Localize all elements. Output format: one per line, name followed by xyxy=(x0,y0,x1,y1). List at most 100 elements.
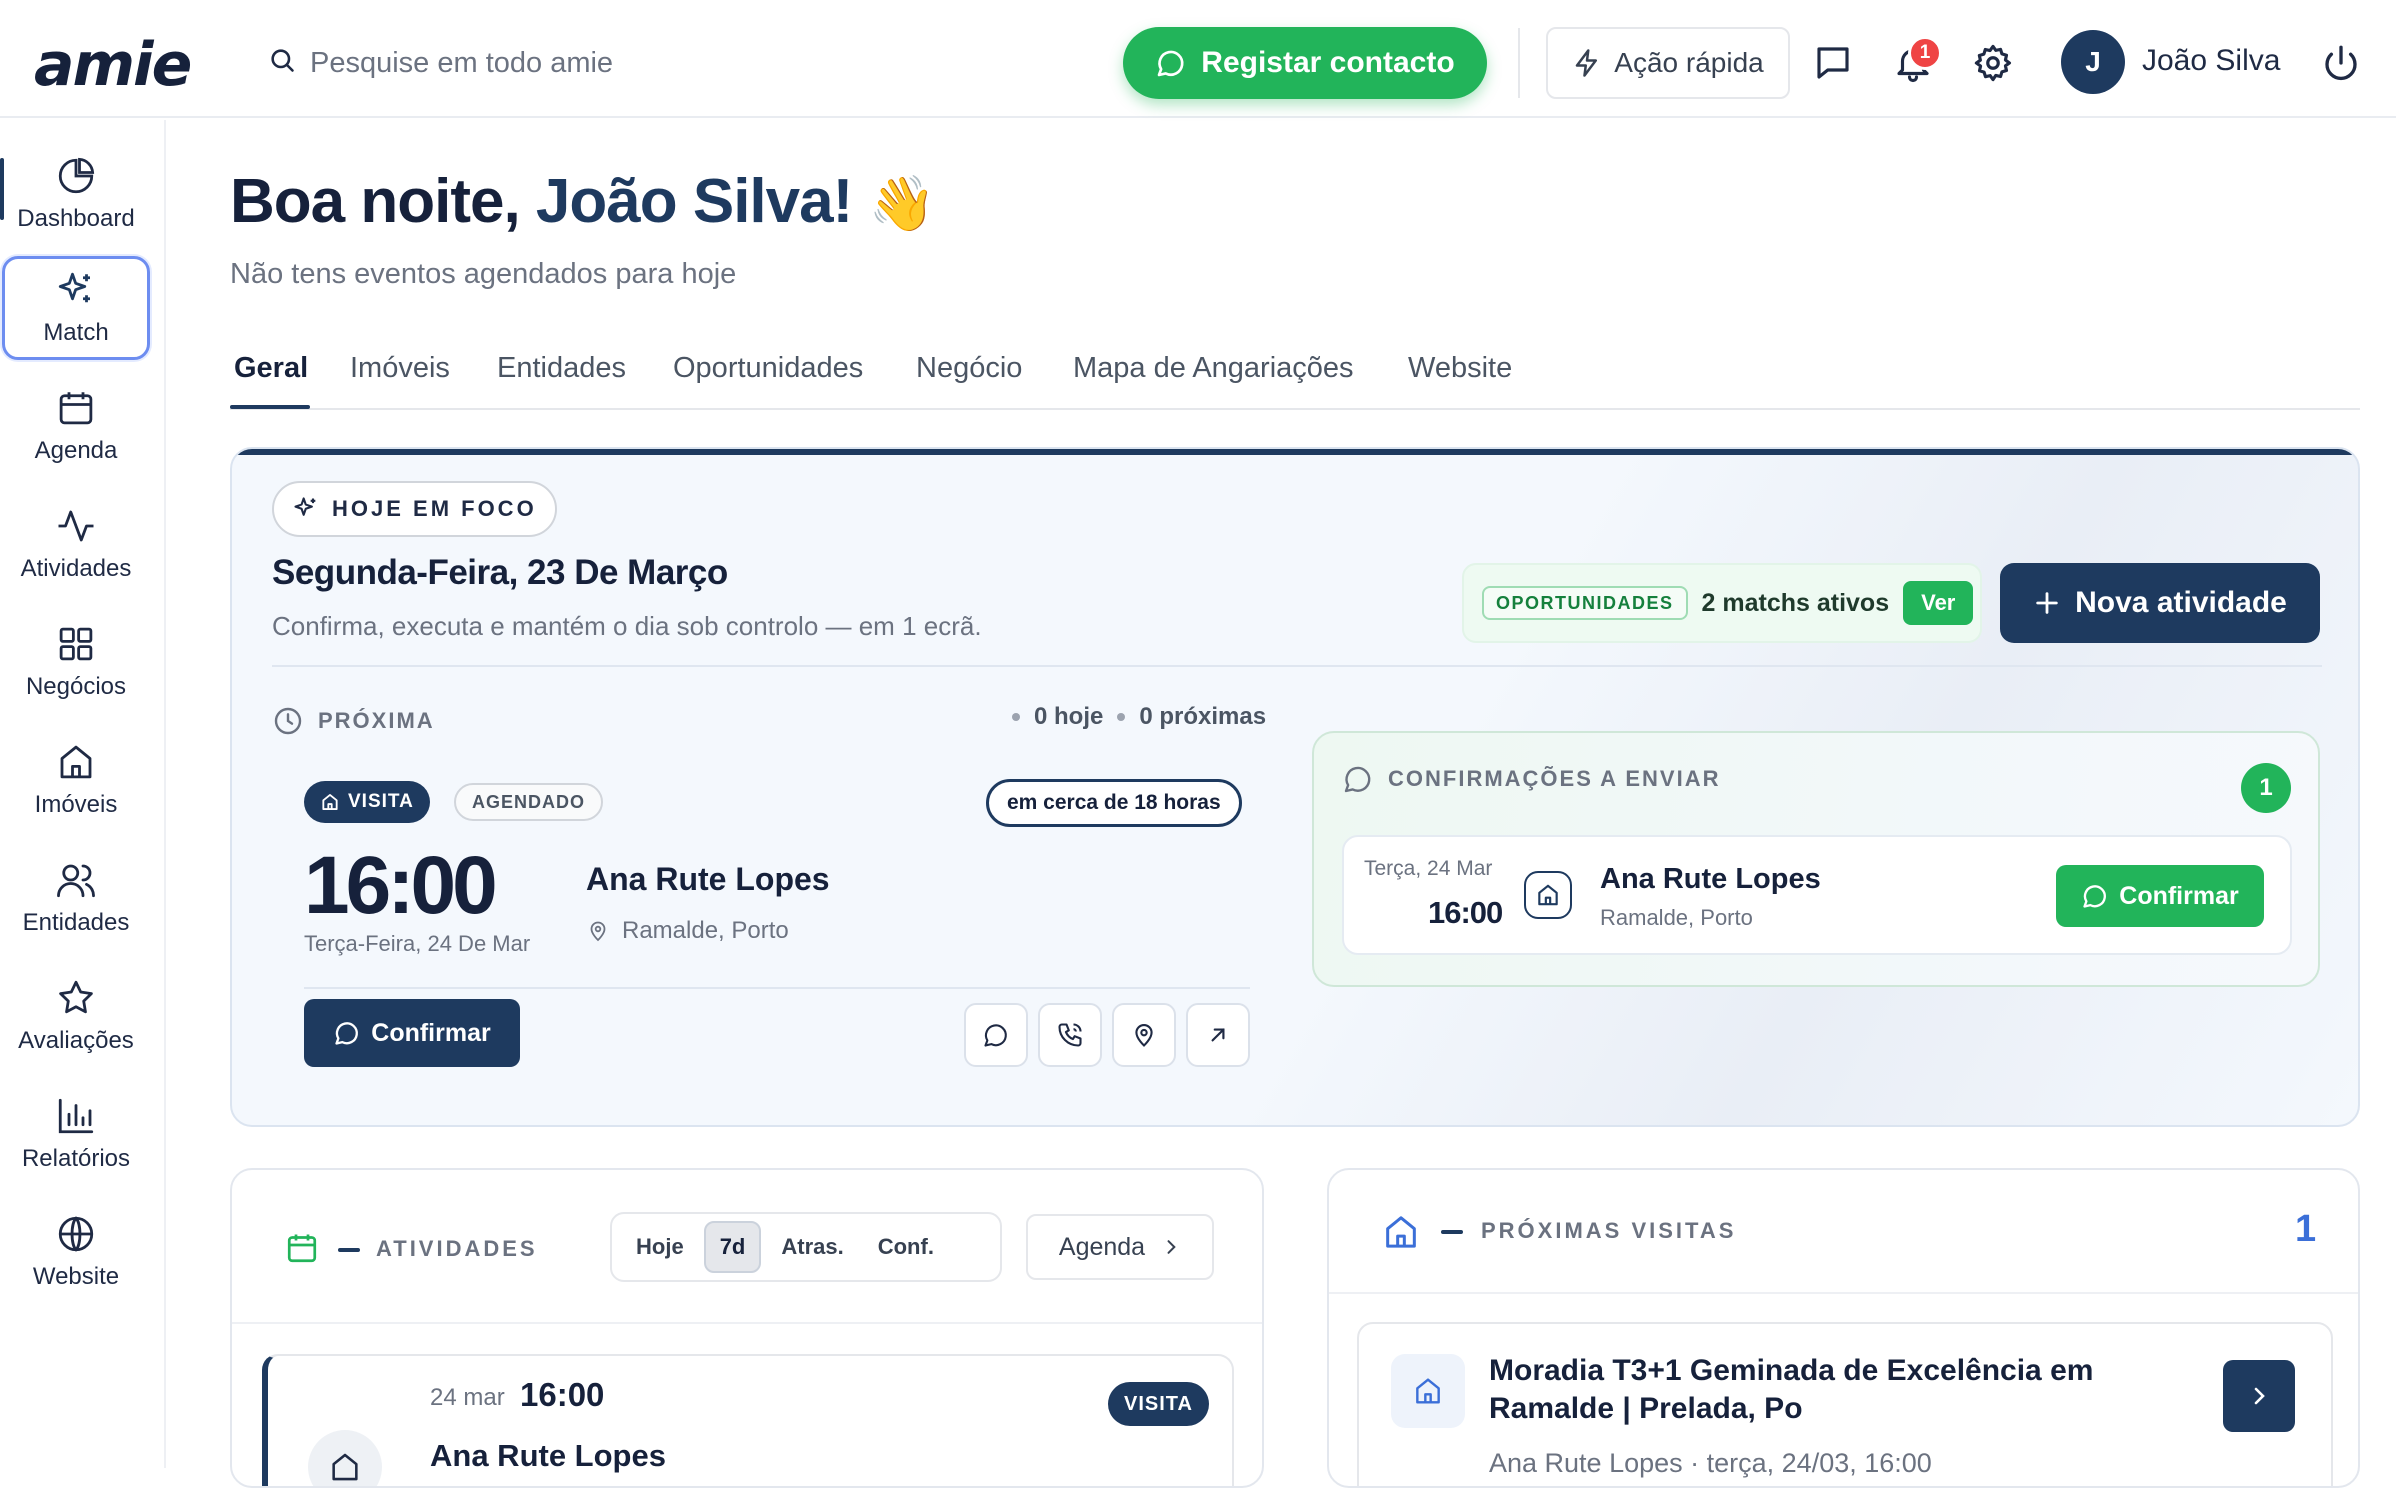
sidebar-item-imoveis[interactable]: Imóveis xyxy=(2,728,150,832)
visit-property-title: Moradia T3+1 Geminada de Excelência em R… xyxy=(1489,1354,2094,1425)
event-contact-name[interactable]: Ana Rute Lopes xyxy=(586,861,830,898)
settings-gear-icon[interactable] xyxy=(1972,42,2014,84)
active-matches-count: 2 matchs ativos xyxy=(1701,588,1890,617)
event-location: Ramalde, Porto xyxy=(586,917,789,945)
sidebar-item-label: Match xyxy=(43,319,109,346)
calendar-icon xyxy=(55,387,97,429)
send-confirmation-button[interactable]: Confirmar xyxy=(2056,865,2264,927)
confirmation-contact-name: Ana Rute Lopes xyxy=(1600,863,1821,895)
app-logo[interactable]: amie xyxy=(34,30,192,100)
greeting-prefix: Boa noite, xyxy=(230,167,536,236)
call-button[interactable] xyxy=(1038,1003,1102,1067)
today-focus-card: HOJE EM FOCO Segunda-Feira, 23 De Março … xyxy=(230,447,2360,1127)
bar-chart-icon xyxy=(55,1095,97,1137)
lightning-icon xyxy=(1572,48,1602,78)
tab-imoveis[interactable]: Imóveis xyxy=(350,352,450,385)
tab-negocio[interactable]: Negócio xyxy=(916,352,1022,385)
quick-action-button[interactable]: Ação rápida xyxy=(1546,27,1790,99)
user-name[interactable]: João Silva xyxy=(2142,44,2280,78)
focus-date: Segunda-Feira, 23 De Março xyxy=(272,553,728,592)
confirmation-time: 16:00 xyxy=(1428,895,1503,930)
focus-pill: HOJE EM FOCO xyxy=(272,481,557,537)
sidebar-item-website[interactable]: Website xyxy=(2,1200,150,1304)
header-divider xyxy=(1518,28,1520,98)
visits-header-divider xyxy=(1329,1292,2358,1294)
sidebar-item-label: Imóveis xyxy=(34,791,118,818)
calendar-icon xyxy=(284,1230,320,1266)
filter-7d[interactable]: 7d xyxy=(703,1221,762,1273)
focus-description: Confirma, executa e mantém o dia sob con… xyxy=(272,611,982,641)
activities-filter-group: Hoje 7d Atras. Conf. xyxy=(610,1212,1002,1282)
sidebar-item-agenda[interactable]: Agenda xyxy=(2,374,150,478)
sidebar-item-label: Entidades xyxy=(22,909,130,936)
activity-icon xyxy=(55,505,97,547)
user-avatar[interactable]: J xyxy=(2061,30,2125,94)
directions-button[interactable] xyxy=(1112,1003,1176,1067)
filter-confirmed[interactable]: Conf. xyxy=(864,1221,948,1273)
tab-geral[interactable]: Geral xyxy=(234,352,308,385)
sidebar-item-entidades[interactable]: Entidades xyxy=(2,846,150,950)
filter-today[interactable]: Hoje xyxy=(622,1221,698,1273)
tab-mapa-angariacoes[interactable]: Mapa de Angariações xyxy=(1073,352,1354,385)
upcoming-visits-count: 1 xyxy=(2295,1208,2317,1250)
page-subtitle: Não tens eventos agendados para hoje xyxy=(230,258,737,290)
register-contact-button[interactable]: Registar contacto xyxy=(1123,27,1487,99)
event-counts: 0 hoje 0 próximas xyxy=(1012,703,1266,731)
visit-list-item[interactable]: Moradia T3+1 Geminada de Excelência em R… xyxy=(1357,1322,2333,1486)
sidebar-nav: Dashboard Match Agenda Atividades Negóci… xyxy=(0,120,166,1468)
greeting-name: João Silva! xyxy=(535,167,853,236)
open-agenda-button[interactable]: Agenda xyxy=(1026,1214,1214,1280)
star-icon xyxy=(55,977,97,1019)
sidebar-item-match[interactable]: Match xyxy=(2,256,150,360)
bullet-dot xyxy=(1012,713,1020,721)
sidebar-item-avaliacoes[interactable]: Avaliações xyxy=(2,964,150,1068)
event-date: Terça-Feira, 24 De Mar xyxy=(304,931,531,956)
activity-type-tag: VISITA xyxy=(1108,1382,1209,1426)
sidebar-item-dashboard[interactable]: Dashboard xyxy=(2,142,150,246)
confirm-event-button[interactable]: Confirmar xyxy=(304,999,520,1067)
open-agenda-label: Agenda xyxy=(1058,1232,1146,1261)
sparkles-icon xyxy=(55,269,97,311)
opportunities-tag: OPORTUNIDADES xyxy=(1482,586,1688,620)
confirmations-count-badge: 1 xyxy=(2241,763,2291,813)
message-button[interactable] xyxy=(964,1003,1028,1067)
event-location-label: Ramalde, Porto xyxy=(622,917,789,944)
sidebar-item-label: Avaliações xyxy=(18,1027,134,1054)
main-tabs: Geral Imóveis Entidades Oportunidades Ne… xyxy=(230,340,2360,410)
confirmation-item[interactable]: Terça, 24 Mar 16:00 Ana Rute Lopes Ramal… xyxy=(1342,835,2292,955)
globe-icon xyxy=(55,1213,97,1255)
home-icon xyxy=(308,1430,382,1486)
confirmation-date: Terça, 24 Mar xyxy=(1364,857,1493,880)
tab-entidades[interactable]: Entidades xyxy=(497,352,626,385)
sidebar-item-negocios[interactable]: Negócios xyxy=(2,610,150,714)
section-dash xyxy=(1441,1230,1463,1234)
tab-website[interactable]: Website xyxy=(1408,352,1512,385)
open-visit-button[interactable] xyxy=(2223,1360,2295,1432)
filter-overdue[interactable]: Atras. xyxy=(767,1221,857,1273)
send-confirmation-label: Confirmar xyxy=(2119,881,2239,910)
grid-icon xyxy=(55,623,97,665)
whatsapp-icon xyxy=(982,1021,1010,1049)
new-activity-button[interactable]: Nova atividade xyxy=(2000,563,2320,643)
messages-icon[interactable] xyxy=(1812,42,1854,84)
activity-time: 16:00 xyxy=(520,1376,605,1413)
chevron-right-icon xyxy=(2247,1384,2271,1408)
activities-card: ATIVIDADES Hoje 7d Atras. Conf. Agenda 2… xyxy=(230,1168,1264,1488)
upcoming-count: 0 próximas xyxy=(1139,703,1267,730)
sidebar-item-atividades[interactable]: Atividades xyxy=(2,492,150,596)
view-matches-button[interactable]: Ver xyxy=(1903,581,1974,625)
logout-power-icon[interactable] xyxy=(2320,42,2362,84)
opportunities-summary: OPORTUNIDADES 2 matchs ativos Ver xyxy=(1462,563,1982,643)
sidebar-item-relatorios[interactable]: Relatórios xyxy=(2,1082,150,1186)
chat-bubble-icon xyxy=(1342,763,1374,795)
next-event-label: PRÓXIMA xyxy=(318,708,435,733)
new-activity-label: Nova atividade xyxy=(2075,586,2287,619)
active-tab-underline xyxy=(230,405,310,409)
plus-icon xyxy=(2033,589,2061,617)
confirmations-panel: CONFIRMAÇÕES A ENVIAR 1 Terça, 24 Mar 16… xyxy=(1312,731,2320,987)
sidebar-item-label: Relatórios xyxy=(21,1145,131,1172)
open-event-button[interactable] xyxy=(1186,1003,1250,1067)
tab-oportunidades[interactable]: Oportunidades xyxy=(673,352,863,385)
sidebar-item-label: Website xyxy=(32,1263,120,1290)
global-search-input[interactable] xyxy=(310,38,1010,88)
